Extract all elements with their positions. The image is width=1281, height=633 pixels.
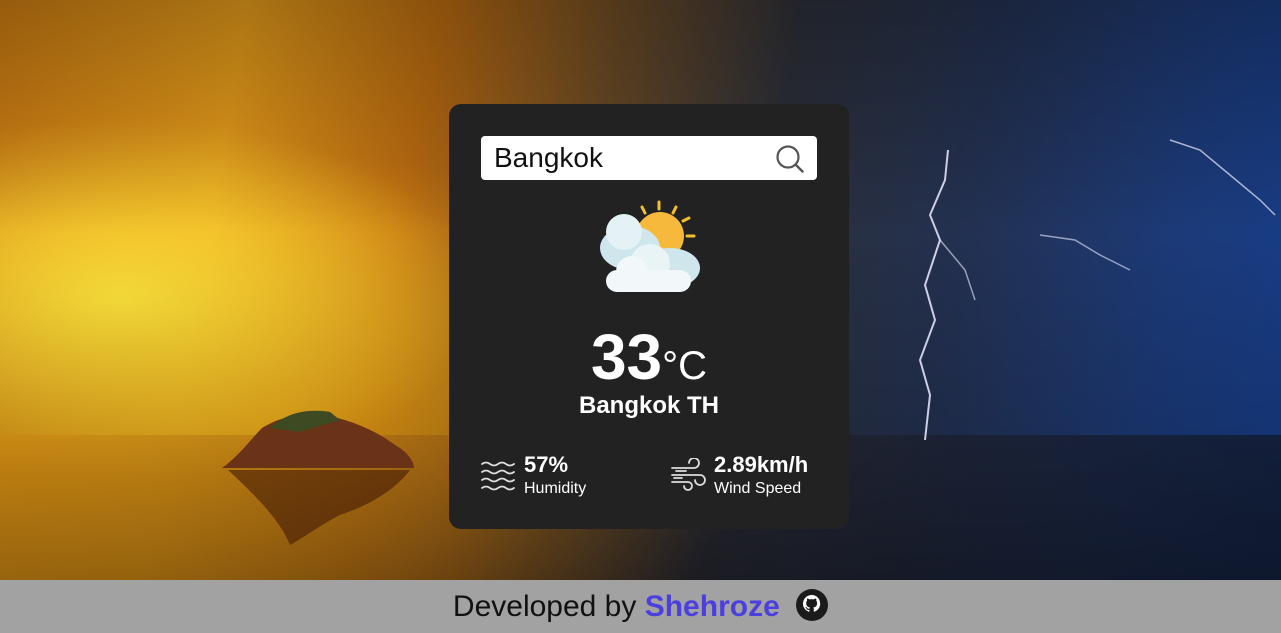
search-icon[interactable] — [775, 144, 805, 174]
temperature-unit: °C — [662, 344, 708, 388]
wind-stat: 2.89km/h Wind Speed — [670, 452, 830, 500]
partly-cloudy-sun-icon — [594, 200, 704, 296]
humidity-value: 57% — [524, 452, 569, 477]
temperature-value: 33 — [590, 321, 663, 393]
temperature-display: 33°C — [449, 322, 849, 401]
weather-card: 33°C Bangkok TH 57% Humidity — [449, 104, 849, 529]
waves-icon — [480, 458, 518, 494]
wind-label: Wind Speed — [714, 480, 802, 497]
humidity-label: Humidity — [524, 480, 587, 497]
author-link[interactable]: Shehroze — [645, 590, 780, 623]
github-icon[interactable] — [796, 585, 829, 621]
wind-icon — [670, 457, 708, 494]
search-bar — [481, 136, 817, 180]
footer-prefix: Developed by — [452, 590, 637, 623]
city-search-input[interactable] — [481, 136, 771, 180]
footer: Developed by Shehroze — [0, 580, 1281, 633]
wind-value: 2.89km/h — [714, 452, 809, 477]
city-name: Bangkok TH — [578, 392, 719, 419]
humidity-stat: 57% Humidity — [480, 452, 640, 500]
